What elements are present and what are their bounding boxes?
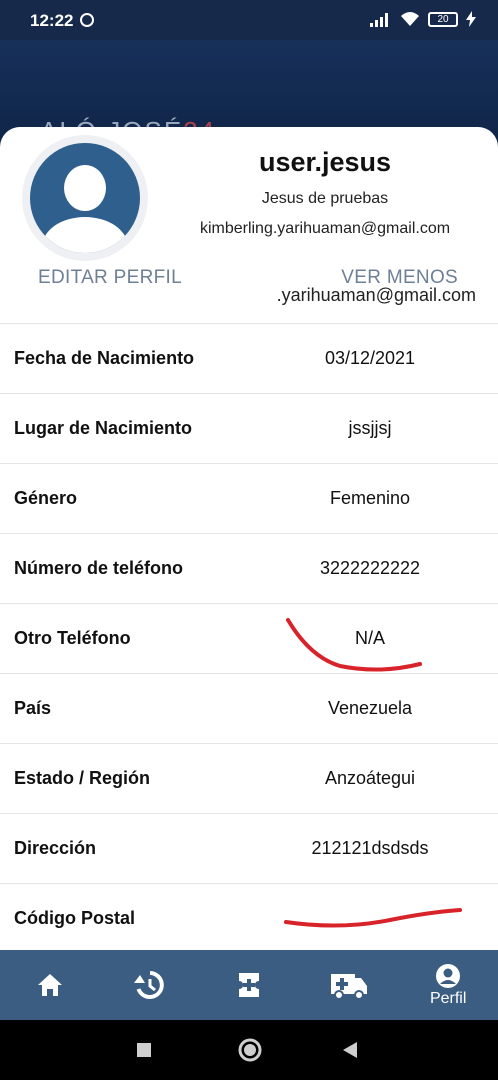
home-icon <box>37 974 62 996</box>
nav-history[interactable] <box>100 950 200 1020</box>
profile-username: user.jesus <box>258 147 392 177</box>
status-time: 12:22 <box>30 11 74 30</box>
system-navigation-bar <box>0 1020 498 1080</box>
avatar-head-icon <box>64 165 106 211</box>
detail-label: Otro Teléfono <box>14 628 131 648</box>
nav-medical[interactable] <box>199 950 299 1020</box>
do-not-disturb-icon <box>80 13 94 27</box>
detail-label: Lugar de Nacimiento <box>14 418 193 438</box>
history-icon <box>134 971 165 999</box>
detail-row-gender: Género Femenino <box>0 463 498 533</box>
detail-value: Venezuela <box>327 698 413 718</box>
detail-label: Estado / Región <box>14 768 151 788</box>
avatar-ring <box>22 135 148 261</box>
scrolled-email-value: .yarihuaman@gmail.com <box>276 285 476 305</box>
profile-details-list: Fecha de Nacimiento 03/12/2021 Lugar de … <box>0 323 498 950</box>
detail-row-postal-code: Código Postal <box>0 883 498 950</box>
detail-value: 3222222222 <box>319 558 421 578</box>
detail-value: 212121dsdsds <box>311 838 429 858</box>
recents-icon[interactable] <box>136 1042 152 1058</box>
profile-card: user.jesus Jesus de pruebas kimberling.y… <box>0 127 498 950</box>
nav-profile[interactable]: Perfil <box>398 950 498 1020</box>
account-circle-icon <box>436 963 461 988</box>
charging-icon <box>466 11 476 27</box>
battery-level: 20 <box>437 13 449 25</box>
back-icon[interactable] <box>342 1041 358 1059</box>
detail-value: jssjjsj <box>348 418 392 438</box>
detail-label: Código Postal <box>14 908 135 928</box>
bottom-navigation: Perfil <box>0 950 498 1020</box>
detail-label: Número de teléfono <box>14 558 184 578</box>
nav-profile-label: Perfil <box>429 989 467 1007</box>
detail-label: Dirección <box>14 838 97 858</box>
home-circle-icon[interactable] <box>237 1037 263 1063</box>
detail-row-birth-date: Fecha de Nacimiento 03/12/2021 <box>0 323 498 393</box>
nav-ambulance[interactable] <box>299 950 399 1020</box>
profile-full-name: Jesus de pruebas <box>261 190 389 207</box>
detail-label: Género <box>14 488 78 508</box>
detail-value: Anzoátegui <box>324 768 416 788</box>
detail-row-other-phone: Otro Teléfono N/A <box>0 603 498 673</box>
detail-value: Femenino <box>329 488 411 508</box>
signal-icon <box>370 13 388 27</box>
nav-home[interactable] <box>0 950 100 1020</box>
detail-value: 03/12/2021 <box>324 348 416 368</box>
status-bar: 12:22 20 <box>0 0 498 40</box>
detail-row-address: Dirección 212121dsdsds <box>0 813 498 883</box>
battery-icon: 20 <box>428 11 458 27</box>
wifi-icon <box>401 12 419 26</box>
detail-label: País <box>14 698 52 718</box>
detail-value: N/A <box>354 628 385 648</box>
ambulance-icon <box>330 974 367 1000</box>
medical-add-icon <box>238 973 259 997</box>
detail-row-birth-place: Lugar de Nacimiento jssjjsj <box>0 393 498 463</box>
detail-row-country: País Venezuela <box>0 673 498 743</box>
avatar-body-icon <box>42 217 128 253</box>
detail-label: Fecha de Nacimiento <box>14 348 195 368</box>
detail-row-state: Estado / Región Anzoátegui <box>0 743 498 813</box>
detail-row-phone: Número de teléfono 3222222222 <box>0 533 498 603</box>
avatar[interactable] <box>30 143 140 253</box>
edit-profile-button[interactable]: EDITAR PERFIL <box>38 267 182 289</box>
status-icons: 20 <box>370 11 476 27</box>
profile-email: kimberling.yarihuaman@gmail.com <box>199 220 451 237</box>
